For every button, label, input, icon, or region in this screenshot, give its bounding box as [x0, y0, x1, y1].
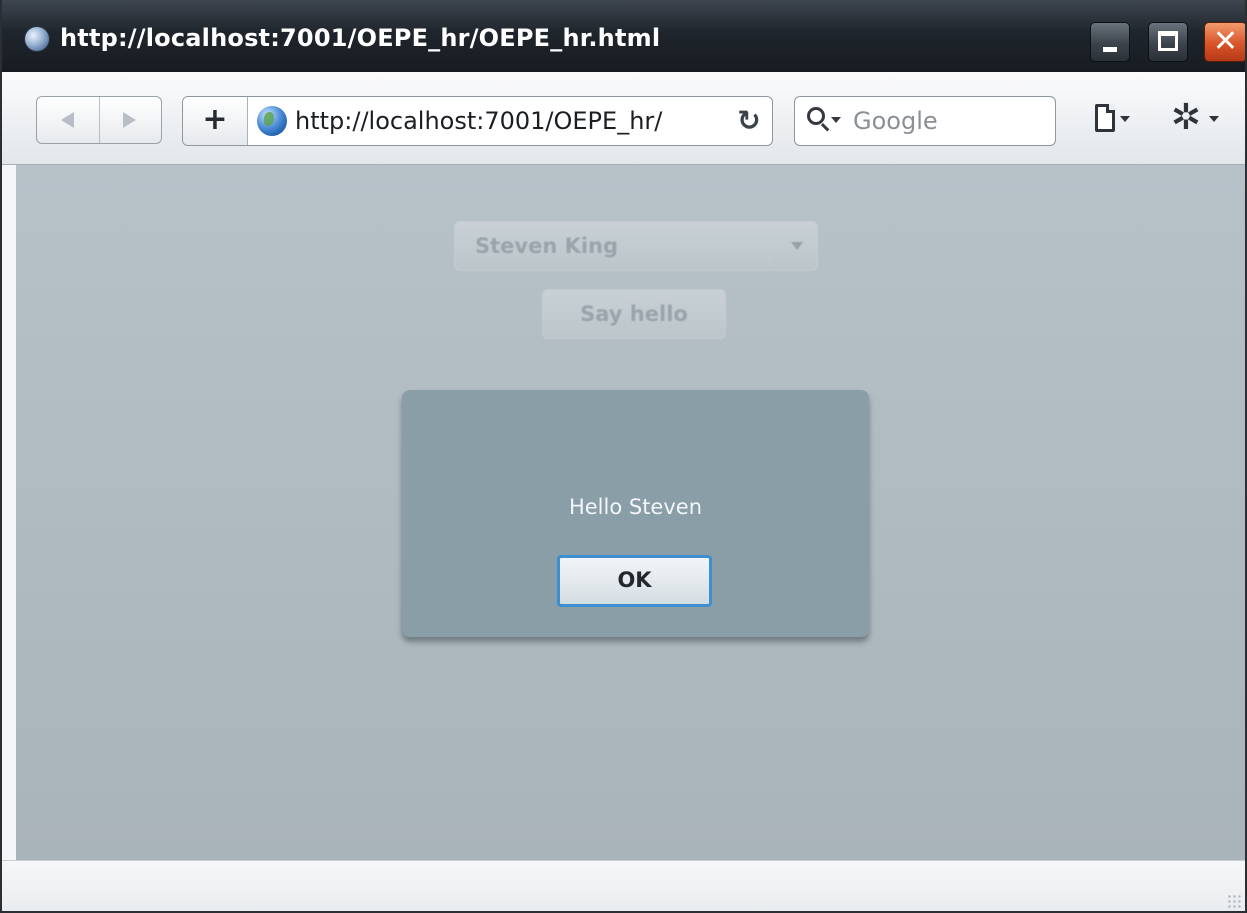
add-bookmark-button[interactable]: +: [183, 97, 248, 145]
dialog-message: Hello Steven: [568, 495, 703, 519]
search-engine-dropdown-icon[interactable]: [831, 117, 841, 123]
minimize-button[interactable]: [1090, 22, 1130, 62]
address-input[interactable]: http://localhost:7001/OEPE_hr/: [295, 107, 662, 135]
back-button[interactable]: [37, 97, 100, 143]
resize-grip-icon[interactable]: [1227, 894, 1241, 908]
maximize-icon: [1158, 31, 1178, 51]
gear-icon[interactable]: ✲: [1166, 98, 1206, 138]
maximize-button[interactable]: [1148, 22, 1188, 62]
search-input[interactable]: Google: [794, 96, 1056, 146]
ok-button[interactable]: OK: [557, 555, 712, 607]
browser-window: http://localhost:7001/OEPE_hr/OEPE_hr.ht…: [0, 0, 1247, 913]
reload-button[interactable]: ↻: [732, 101, 766, 141]
minimize-icon: [1103, 47, 1117, 52]
close-button[interactable]: ✕: [1204, 22, 1245, 62]
forward-arrow-icon: [123, 112, 136, 128]
say-hello-button[interactable]: Say hello: [542, 289, 726, 339]
search-icon[interactable]: [807, 107, 825, 125]
chevron-down-icon[interactable]: [791, 242, 803, 250]
globe-icon: [257, 106, 287, 136]
alert-dialog: Hello Steven OK: [402, 390, 869, 637]
settings-menu-chevron-icon[interactable]: [1209, 116, 1219, 122]
back-arrow-icon: [61, 112, 74, 128]
window-title: http://localhost:7001/OEPE_hr/OEPE_hr.ht…: [60, 24, 661, 52]
title-bar[interactable]: http://localhost:7001/OEPE_hr/OEPE_hr.ht…: [2, 0, 1245, 72]
select-divider: [770, 224, 771, 268]
nav-buttons: [36, 96, 162, 144]
page-menu-chevron-icon[interactable]: [1120, 116, 1130, 122]
employee-select-value: Steven King: [475, 234, 619, 258]
page-globe-icon: [25, 27, 49, 51]
forward-button[interactable]: [99, 97, 161, 143]
close-icon: ✕: [1212, 24, 1239, 59]
status-bar: [2, 860, 1245, 911]
browser-toolbar: + http://localhost:7001/OEPE_hr/ ↻ Googl…: [2, 72, 1245, 165]
sidebar-strip: [2, 165, 16, 860]
address-bar[interactable]: + http://localhost:7001/OEPE_hr/ ↻: [182, 96, 773, 146]
page-content: Steven King Say hello Hello Steven OK: [16, 165, 1245, 860]
search-placeholder: Google: [853, 107, 938, 135]
employee-select[interactable]: Steven King: [454, 221, 818, 271]
page-icon[interactable]: [1095, 104, 1115, 132]
